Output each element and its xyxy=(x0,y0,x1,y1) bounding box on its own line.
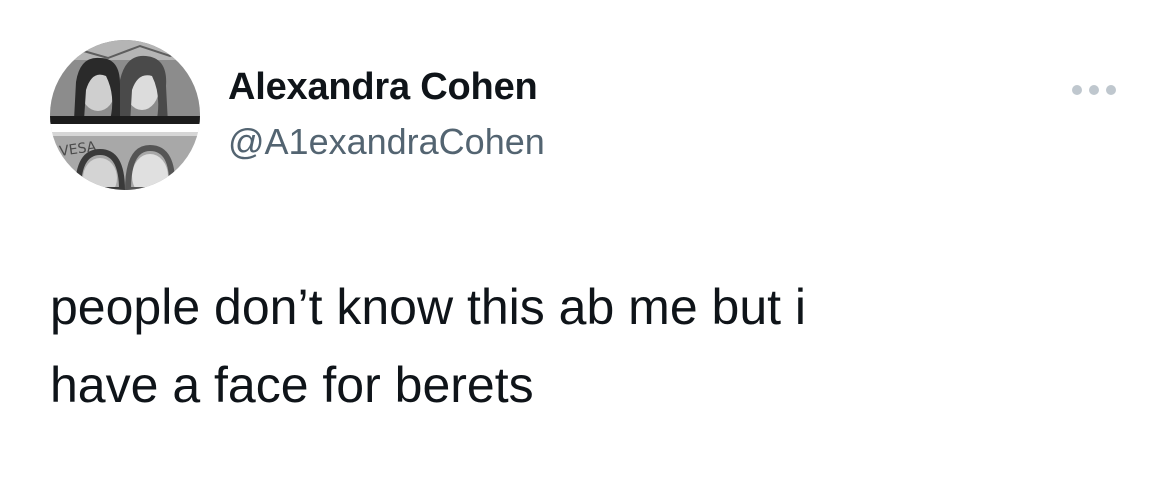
tweet-card: VESA Alexandra Cohen @A1exandraCohen peo… xyxy=(0,0,1170,489)
more-dot xyxy=(1106,85,1116,95)
tweet-text: people don’t know this ab me but i have … xyxy=(50,268,1110,424)
more-options-icon[interactable] xyxy=(1072,80,1116,100)
more-dot xyxy=(1072,85,1082,95)
tweet-text-line: people don’t know this ab me but i xyxy=(50,279,807,335)
profile-photo-icon: VESA xyxy=(50,40,200,190)
more-dot xyxy=(1089,85,1099,95)
author-handle[interactable]: @A1exandraCohen xyxy=(228,121,545,163)
tweet-text-line: have a face for berets xyxy=(50,357,534,413)
author-name[interactable]: Alexandra Cohen xyxy=(228,66,538,109)
avatar[interactable]: VESA xyxy=(50,40,200,190)
